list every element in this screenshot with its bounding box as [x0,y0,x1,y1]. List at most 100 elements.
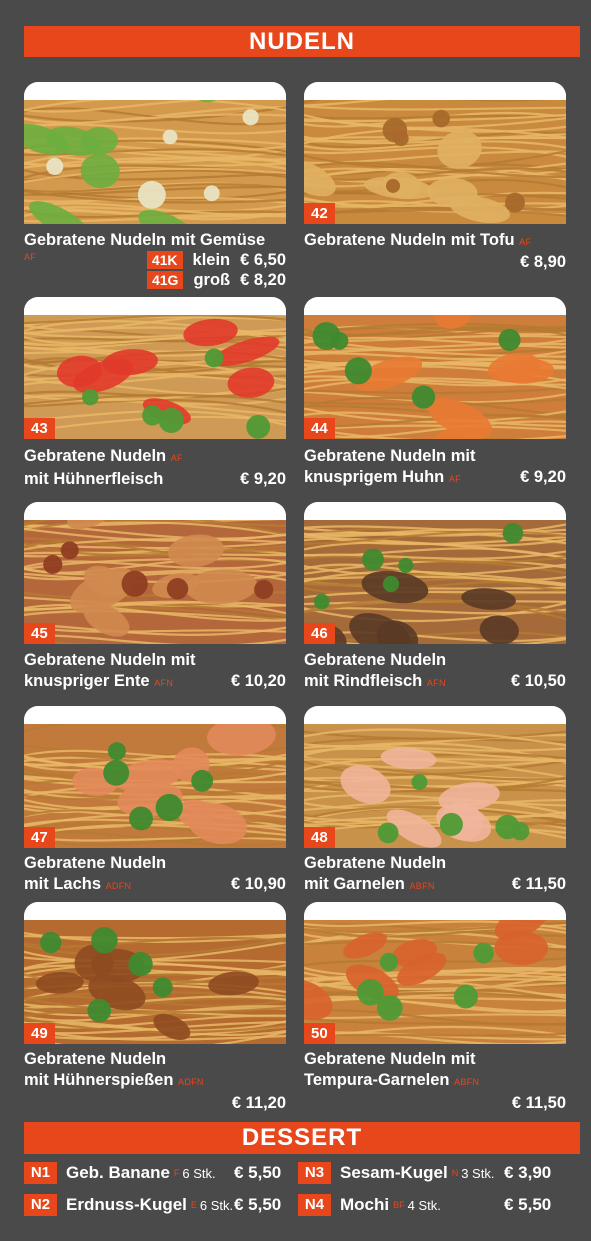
dish-name-row: Tempura-Garnelen ABFN [304,1070,566,1092]
allergen-code: ABFN [454,1077,480,1087]
dish-card-48[interactable]: 48 Gebratene Nudeln mit Garnelen ABFN € … [304,706,566,896]
size-code-badge: 41K [146,251,183,269]
food-illustration [304,903,566,1044]
dish-price: € 9,20 [520,468,566,486]
dish-photo: 47 [24,706,286,848]
section-title-nudeln: NUDELN [24,26,580,57]
dish-price: € 11,20 [231,1094,286,1112]
dish-name-line2: mit Hühnerfleisch [24,470,164,488]
dish-number-badge: 45 [24,623,55,644]
dessert-name: Geb. Banane [66,1163,170,1182]
dessert-item-n2[interactable]: N2 Erdnuss-Kugel E 6 Stk. [24,1194,233,1216]
dish-name: Gebratene Nudeln mit [304,1050,476,1068]
dish-price: € 8,90 [520,253,566,271]
dish-name-line2: knuspriger Ente [24,672,150,690]
food-illustration [304,297,566,439]
allergen-code: N [451,1168,459,1178]
dish-name-row: mit Lachs ADFN € 10,90 [24,874,286,896]
dish-number-badge: 47 [24,827,55,848]
allergen-code: ADFN [105,881,132,891]
dish-card-50[interactable]: 50 Gebratene Nudeln mit Tempura-Garnelen… [304,902,566,1113]
dish-name-line2: mit Lachs [24,875,102,893]
allergen-code: AF [448,474,461,484]
food-illustration [304,90,566,224]
dessert-code-badge: N1 [24,1162,57,1184]
dish-price: € 6,50 [240,251,286,269]
dish-card-44[interactable]: 44 Gebratene Nudeln mit knusprigem Huhn … [304,297,566,489]
dish-card-42[interactable]: 42 Gebratene Nudeln mit Tofu AF € 8,90 [304,82,566,272]
dish-photo: 49 [24,902,286,1044]
dessert-quantity: 6 Stk. [199,1197,234,1213]
dish-name: Gebratene Nudeln mit [24,651,196,669]
allergen-code: E [190,1200,197,1210]
allergen-code: F [173,1168,180,1178]
dish-name: Gebratene Nudeln mit Gemüse [24,231,266,249]
dish-photo: 42 [304,82,566,224]
dish-name: Gebratene Nudeln [304,651,447,669]
dessert-quantity: 3 Stk. [461,1165,495,1181]
dessert-name: Sesam-Kugel [340,1163,448,1182]
dish-name-row: mit Rindfleisch AFN € 10,50 [304,671,566,693]
allergen-code: BF [393,1200,405,1210]
dessert-price: € 3,90 [504,1163,552,1182]
dessert-code-badge: N3 [298,1162,331,1184]
dish-name-line2: knusprigem Huhn [304,468,445,486]
dessert-price: € 5,50 [234,1195,282,1214]
dish-price: € 8,20 [240,271,286,289]
dish-price: € 10,20 [230,672,286,690]
dessert-code-badge: N4 [298,1194,331,1216]
dessert-price: € 5,50 [234,1163,282,1182]
dish-card-47[interactable]: 47 Gebratene Nudeln mit Lachs ADFN € 10,… [24,706,286,896]
dish-name: Gebratene Nudeln mit [304,447,476,465]
dish-photo: 45 [24,502,286,644]
dish-name: Gebratene Nudeln [24,854,167,872]
dessert-item-n4[interactable]: N4 Mochi BF 4 Stk. [298,1194,441,1216]
dish-number-badge: 48 [304,827,335,848]
dish-price: € 9,20 [240,470,286,488]
allergen-code: ADFN [178,1077,204,1087]
dish-name: Gebratene Nudeln [24,447,167,465]
dessert-item-n1[interactable]: N1 Geb. Banane F 6 Stk. [24,1162,216,1184]
dish-name-row: mit Hühnerfleisch € 9,20 [24,469,286,489]
dish-name-row: mit Garnelen ABFN € 11,50 [304,874,566,896]
dessert-quantity: 4 Stk. [407,1197,441,1213]
dessert-code-badge: N2 [24,1194,57,1216]
dish-number-badge: 43 [24,418,55,439]
dish-number-badge: 44 [304,418,335,439]
dish-card-45[interactable]: 45 Gebratene Nudeln mit knuspriger Ente … [24,502,286,693]
dessert-name: Erdnuss-Kugel [66,1195,187,1214]
food-illustration [24,82,286,224]
dish-price: € 10,50 [510,672,566,690]
dish-card-41[interactable]: Gebratene Nudeln mit Gemüse AF 41K klein… [24,82,286,290]
dish-number-badge: 49 [24,1023,55,1044]
dish-name-row: Gebratene Nudeln AF [24,446,286,468]
dish-name: Gebratene Nudeln [24,1050,167,1068]
dish-name: Gebratene Nudeln [304,854,447,872]
size-label: klein [192,251,231,269]
dish-number-badge: 42 [304,203,335,224]
dish-card-43[interactable]: 43 Gebratene Nudeln AF mit Hühnerfleisch… [24,297,286,489]
dish-name-row: mit Hühnerspießen ADFN [24,1070,286,1092]
dish-photo: 44 [304,297,566,439]
dish-name-row: knusprigem Huhn AF € 9,20 [304,467,566,489]
dish-name-line2: mit Rindfleisch [304,672,423,690]
allergen-code: AFN [426,678,446,688]
food-illustration [24,311,286,439]
dish-photo: 43 [24,297,286,439]
dessert-quantity: 6 Stk. [182,1165,216,1181]
food-illustration [304,516,566,644]
dessert-price: € 5,50 [504,1195,552,1214]
allergen-code: AF [24,252,37,262]
allergen-code: ABFN [409,881,435,891]
allergen-code: AFN [154,678,174,688]
dish-card-49[interactable]: 49 Gebratene Nudeln mit Hühnerspießen AD… [24,902,286,1113]
dish-card-46[interactable]: 46 Gebratene Nudeln mit Rindfleisch AFN … [304,502,566,693]
dish-name-line2: Tempura-Garnelen [304,1071,450,1089]
dessert-item-n3[interactable]: N3 Sesam-Kugel N 3 Stk. [298,1162,494,1184]
dish-name-row: knuspriger Ente AFN € 10,20 [24,671,286,693]
allergen-code: AF [170,453,183,463]
dish-photo: 48 [304,706,566,848]
dish-number-badge: 50 [304,1023,335,1044]
allergen-code: AF [519,237,532,247]
food-illustration [24,902,286,1044]
